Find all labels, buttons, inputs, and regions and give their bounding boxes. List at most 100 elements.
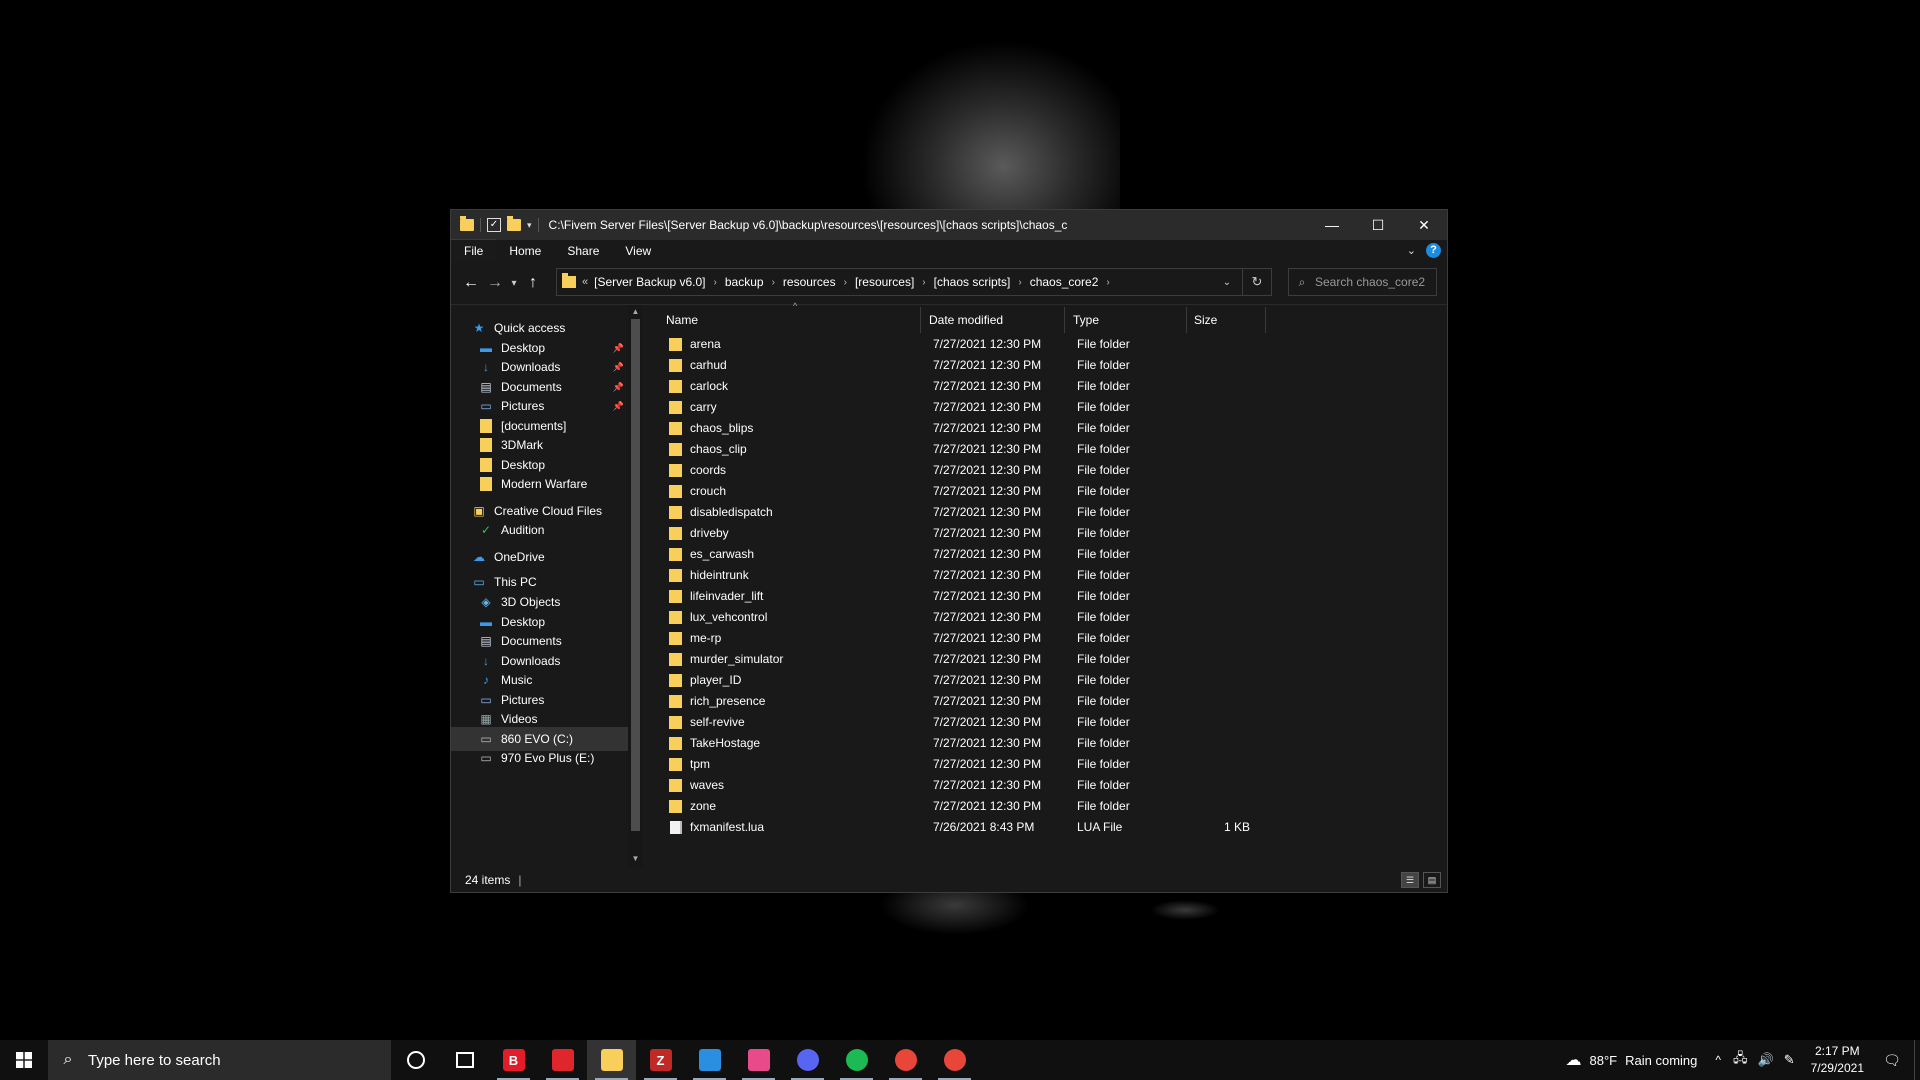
back-arrow-icon[interactable]: ← [459, 274, 483, 292]
breadcrumb-separator-icon[interactable]: › [772, 277, 775, 288]
address-history-dropdown-icon[interactable]: ⌄ [1212, 277, 1242, 288]
file-row[interactable]: crouch 7/27/2021 12:30 PM File folder [649, 481, 1446, 502]
file-row[interactable]: chaos_blips 7/27/2021 12:30 PM File folder [649, 418, 1446, 439]
clock[interactable]: 2:17 PM 7/29/2021 [1811, 1043, 1864, 1077]
taskbar-app-button[interactable]: Z [636, 1040, 685, 1080]
file-row[interactable]: disabledispatch 7/27/2021 12:30 PM File fo… [649, 502, 1446, 523]
expand-ribbon-icon[interactable]: ⌄ [1407, 244, 1416, 257]
column-header-size[interactable]: Size [1194, 305, 1264, 334]
sidebar-item[interactable]: ☁ OneDrive [451, 545, 628, 569]
column-divider[interactable] [1064, 307, 1065, 333]
file-row[interactable]: carry 7/27/2021 12:30 PM File folder [649, 397, 1446, 418]
file-row[interactable]: arena 7/27/2021 12:30 PM File folder [649, 334, 1446, 355]
tab-file[interactable]: File [451, 239, 497, 262]
sidebar-item[interactable]: ✓ Audition [451, 518, 628, 542]
taskbar-app-button[interactable] [685, 1040, 734, 1080]
file-row[interactable]: es_carwash 7/27/2021 12:30 PM File folder [649, 544, 1446, 565]
address-bar[interactable]: « [Server Backup v6.0] › backup › resour… [556, 268, 1272, 296]
sidebar-item[interactable]: ▭ 970 Evo Plus (E:) [451, 746, 628, 770]
search-placeholder[interactable]: Search chaos_core2 [1315, 275, 1425, 289]
tab-share[interactable]: Share [554, 240, 612, 262]
breadcrumb-resources-bracket[interactable]: [resources] [855, 275, 914, 289]
refresh-icon[interactable]: ↻ [1242, 269, 1271, 295]
taskbar-app-button[interactable] [930, 1040, 979, 1080]
breadcrumb-separator-icon[interactable]: › [844, 277, 847, 288]
file-row[interactable]: lux_vehcontrol 7/27/2021 12:30 PM File fol… [649, 607, 1446, 628]
navigation-pane-scrollbar[interactable]: ▲ ▼ [628, 305, 643, 868]
file-row[interactable]: waves 7/27/2021 12:30 PM File folder [649, 775, 1446, 796]
file-row[interactable]: hideintrunk 7/27/2021 12:30 PM File folder [649, 565, 1446, 586]
breadcrumb-separator-icon[interactable]: › [922, 277, 925, 288]
taskbar-app-button[interactable] [881, 1040, 930, 1080]
sidebar-item[interactable]: Modern Warfare [451, 472, 628, 496]
column-divider[interactable] [1265, 307, 1266, 333]
close-button[interactable]: ✕ [1401, 210, 1447, 240]
hidden-path-indicator[interactable]: « [582, 276, 588, 288]
file-row[interactable]: player_ID 7/27/2021 12:30 PM File folder [649, 670, 1446, 691]
search-box[interactable]: ⌕ Search chaos_core2 [1288, 268, 1437, 296]
file-row[interactable]: me-rp 7/27/2021 12:30 PM File folder [649, 628, 1446, 649]
file-row[interactable]: self-revive 7/27/2021 12:30 PM File folder [649, 712, 1446, 733]
file-row[interactable]: rich_presence 7/27/2021 12:30 PM File fold… [649, 691, 1446, 712]
breadcrumb-separator-icon[interactable]: › [1018, 277, 1021, 288]
file-row[interactable]: driveby 7/27/2021 12:30 PM File folder [649, 523, 1446, 544]
minimize-button[interactable]: — [1309, 210, 1355, 240]
column-divider[interactable] [920, 307, 921, 333]
breadcrumb-separator-icon[interactable]: › [714, 277, 717, 288]
file-row[interactable]: coords 7/27/2021 12:30 PM File folder [649, 460, 1446, 481]
show-hidden-icons-icon[interactable]: ^ [1715, 1053, 1721, 1067]
pen-icon[interactable]: ✎ [1784, 1052, 1795, 1068]
file-row[interactable]: murder_simulator 7/27/2021 12:30 PM File f… [649, 649, 1446, 670]
taskbar-search-placeholder[interactable]: Type here to search [88, 1052, 221, 1069]
forward-arrow-icon[interactable]: → [483, 274, 507, 292]
maximize-button[interactable]: ☐ [1355, 210, 1401, 240]
taskbar-app-button[interactable] [734, 1040, 783, 1080]
taskbar-app-button[interactable] [538, 1040, 587, 1080]
start-button[interactable] [0, 1040, 48, 1080]
scrollbar-thumb[interactable] [631, 319, 640, 831]
volume-icon[interactable]: 🔊 [1758, 1052, 1774, 1068]
help-icon[interactable]: ? [1426, 243, 1441, 258]
taskbar-app-button[interactable]: B [489, 1040, 538, 1080]
scroll-down-icon[interactable]: ▼ [628, 854, 643, 863]
taskbar-search-box[interactable]: ⌕ Type here to search [48, 1040, 391, 1080]
column-header-type[interactable]: Type [1073, 305, 1183, 334]
breadcrumb-server-backup[interactable]: [Server Backup v6.0] [594, 275, 705, 289]
properties-icon[interactable]: ✓ [487, 218, 501, 232]
network-icon[interactable]: 🖧 [1733, 1049, 1748, 1071]
breadcrumb-separator-icon[interactable]: › [1106, 277, 1109, 288]
taskbar-app-button[interactable] [391, 1040, 440, 1080]
navigation-pane[interactable]: ★ Quick access ▬ Desktop 📌 ↓ Downloads 📌 ▤ Docume… [451, 305, 628, 868]
breadcrumb-chaos-core2[interactable]: chaos_core2 [1030, 275, 1099, 289]
large-icons-view-icon[interactable]: ▤ [1423, 872, 1441, 888]
file-row[interactable]: carhud 7/27/2021 12:30 PM File folder [649, 355, 1446, 376]
breadcrumb-resources[interactable]: resources [783, 275, 836, 289]
tab-home[interactable]: Home [496, 240, 554, 262]
file-row[interactable]: zone 7/27/2021 12:30 PM File folder [649, 796, 1446, 817]
scroll-up-icon[interactable]: ▲ [628, 307, 643, 316]
notifications-icon[interactable]: 🗨 [1878, 1052, 1906, 1069]
title-bar[interactable]: ✓ ▾ C:\Fivem Server Files\[Server Backup… [451, 210, 1447, 240]
details-view-icon[interactable]: ☰ [1401, 872, 1419, 888]
breadcrumb-chaos-scripts[interactable]: [chaos scripts] [934, 275, 1011, 289]
taskbar-app-button[interactable] [783, 1040, 832, 1080]
new-folder-icon[interactable] [507, 216, 521, 231]
file-row[interactable]: lifeinvader_lift 7/27/2021 12:30 PM File f… [649, 586, 1446, 607]
file-row[interactable]: chaos_clip 7/27/2021 12:30 PM File folder [649, 439, 1446, 460]
tab-view[interactable]: View [612, 240, 664, 262]
column-header-name[interactable]: Name ^ [666, 301, 916, 334]
taskbar-app-button[interactable] [440, 1040, 489, 1080]
taskbar-app-button[interactable] [587, 1040, 636, 1080]
file-row[interactable]: tpm 7/27/2021 12:30 PM File folder [649, 754, 1446, 775]
weather-widget[interactable]: ☁ 88°F Rain coming [1566, 1050, 1698, 1070]
up-arrow-icon[interactable]: ↑ [521, 274, 545, 292]
taskbar-app-button[interactable] [832, 1040, 881, 1080]
show-desktop-button[interactable] [1914, 1040, 1920, 1080]
column-header-date[interactable]: Date modified [929, 305, 1059, 334]
customize-toolbar-icon[interactable]: ▾ [527, 220, 532, 231]
column-divider[interactable] [1186, 307, 1187, 333]
recent-locations-icon[interactable]: ▾ [507, 278, 521, 289]
file-row[interactable]: carlock 7/27/2021 12:30 PM File folder [649, 376, 1446, 397]
file-row[interactable]: fxmanifest.lua 7/26/2021 8:43 PM LUA File 1… [649, 817, 1446, 838]
file-row[interactable]: TakeHostage 7/27/2021 12:30 PM File folder [649, 733, 1446, 754]
